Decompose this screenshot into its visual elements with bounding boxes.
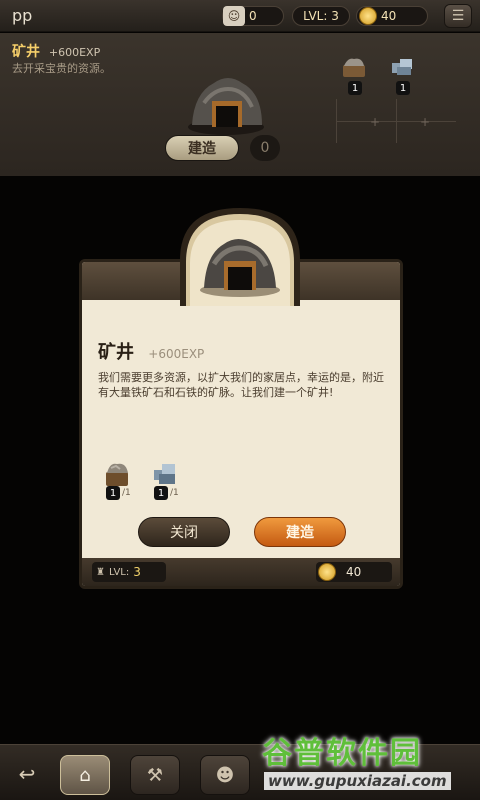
top-status-bar: pp ☺ 0 LVL: 3 40 ☰ xyxy=(0,0,480,32)
nav-people[interactable]: ☻ xyxy=(200,755,250,795)
requirement-iron: 1 /1 xyxy=(150,458,182,502)
dialog-description: 我们需要更多资源，以扩大我们的家居点，幸运的是，附近有大量铁矿石和石铁的矿脉。让… xyxy=(98,371,384,399)
info-title-text: 矿井 xyxy=(12,44,40,60)
nav-build[interactable]: ⚒ xyxy=(130,755,180,795)
build-cost-value: 40 xyxy=(346,565,362,579)
plus-icon: + xyxy=(420,115,431,129)
nav-home[interactable]: ⌂ xyxy=(60,755,110,795)
requirement-iron-have: 1 xyxy=(154,486,168,500)
requirement-stone: 1 /1 xyxy=(102,458,134,502)
info-req-stone-count: 1 xyxy=(348,81,362,95)
build-dialog: 矿井 +600EXP 我们需要更多资源，以扩大我们的家居点，幸运的是，附近有大量… xyxy=(79,259,403,589)
required-level-value: 3 xyxy=(133,565,141,579)
back-button[interactable]: ↩ xyxy=(12,759,42,789)
requirement-stone-have: 1 xyxy=(106,486,120,500)
plus-icon: + xyxy=(370,115,381,129)
info-req-stone: 1 xyxy=(340,53,370,95)
coins-counter[interactable]: 40 xyxy=(356,6,428,26)
level-value: LVL: 3 xyxy=(303,9,339,23)
requirement-iron-need: /1 xyxy=(170,488,179,498)
dialog-building-portrait xyxy=(180,208,300,306)
level-icon: ♜ xyxy=(96,566,105,578)
info-req-iron-count: 1 xyxy=(396,81,410,95)
watermark-url: www.gupuxiazai.com xyxy=(264,772,451,790)
workers-value: 0 xyxy=(249,9,257,23)
hammer-icon: ⚒ xyxy=(146,764,164,786)
required-level-label: LVL: xyxy=(108,566,130,578)
watermark-title: 谷普软件园 xyxy=(262,736,422,771)
info-req-iron: 1 xyxy=(388,53,418,95)
stone-ore-icon xyxy=(106,463,128,486)
building-count: 0 xyxy=(250,135,280,161)
menu-button[interactable]: ☰ xyxy=(444,4,472,28)
menu-icon: ☰ xyxy=(451,8,465,24)
building-info-panel: 矿井 +600EXP 去开采宝贵的资源。 建造 0 1 1 + + xyxy=(0,33,480,176)
requirement-stone-need: /1 xyxy=(122,488,131,498)
build-button-small[interactable]: 建造 xyxy=(165,135,239,161)
stone-ore-icon xyxy=(343,58,365,77)
close-button[interactable]: 关闭 xyxy=(138,517,230,547)
info-description: 去开采宝贵的资源。 xyxy=(12,62,111,75)
workers-counter[interactable]: ☺ 0 xyxy=(222,6,284,26)
dialog-title: 矿井 +600EXP xyxy=(98,338,204,364)
level-counter: LVL: 3 xyxy=(292,6,350,26)
coin-icon xyxy=(318,563,336,581)
coins-value: 40 xyxy=(381,9,397,23)
build-cost: 40 xyxy=(316,562,392,582)
dialog-exp: +600EXP xyxy=(148,347,205,361)
player-name: pp xyxy=(12,6,33,25)
iron-ore-icon xyxy=(154,464,175,484)
watermark: 谷普软件园 www.gupuxiazai.com xyxy=(262,728,476,794)
worker-icon: ☺ xyxy=(223,6,245,26)
required-level: ♜ LVL: 3 xyxy=(92,562,166,582)
home-icon: ⌂ xyxy=(79,764,91,786)
dialog-footer: ♜ LVL: 3 40 xyxy=(82,558,400,586)
build-button[interactable]: 建造 xyxy=(254,517,346,547)
coin-icon xyxy=(359,7,377,25)
info-title: 矿井 +600EXP xyxy=(12,41,100,61)
grid-line xyxy=(336,121,456,122)
dialog-title-text: 矿井 xyxy=(98,342,134,363)
info-exp: +600EXP xyxy=(48,46,101,59)
back-arrow-icon: ↩ xyxy=(18,762,36,786)
people-icon: ☻ xyxy=(215,764,235,786)
iron-ore-icon xyxy=(392,59,412,75)
mine-icon xyxy=(188,78,264,135)
